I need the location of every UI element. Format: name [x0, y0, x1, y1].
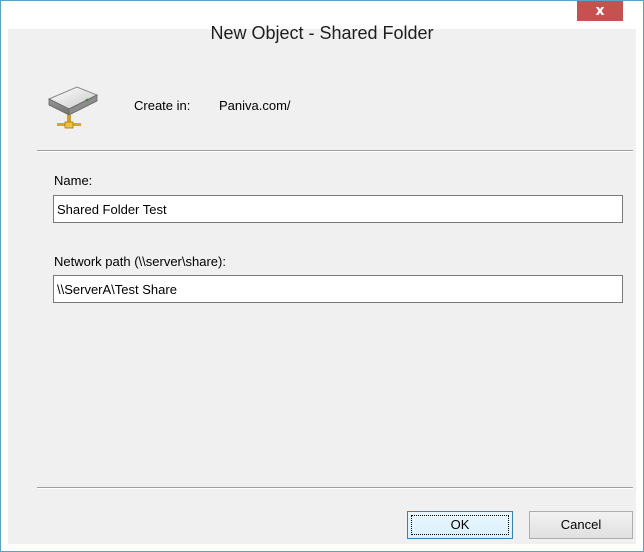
frame-left — [1, 29, 8, 551]
window-title: New Object - Shared Folder — [210, 23, 434, 43]
frame-bottom — [1, 544, 643, 551]
create-in-label: Create in: — [134, 98, 191, 113]
name-label: Name: — [54, 173, 93, 188]
shared-folder-icon — [47, 86, 99, 129]
ok-button-label: OK — [450, 517, 470, 532]
close-button[interactable]: x — [577, 1, 623, 21]
network-path-label: Network path (\\server\share): — [54, 254, 226, 269]
cancel-button-label: Cancel — [560, 517, 602, 532]
network-path-field[interactable] — [53, 275, 623, 303]
top-divider — [37, 150, 633, 152]
frame-right — [636, 29, 643, 551]
close-icon: x — [595, 3, 605, 19]
dialog-window: New Object - Shared Folder x Create in: … — [0, 0, 644, 552]
ok-button[interactable]: OK — [407, 511, 513, 539]
create-in-value: Paniva.com/ — [219, 98, 291, 113]
cancel-button[interactable]: Cancel — [529, 511, 633, 539]
bottom-divider — [37, 487, 633, 489]
name-field[interactable] — [53, 195, 623, 223]
